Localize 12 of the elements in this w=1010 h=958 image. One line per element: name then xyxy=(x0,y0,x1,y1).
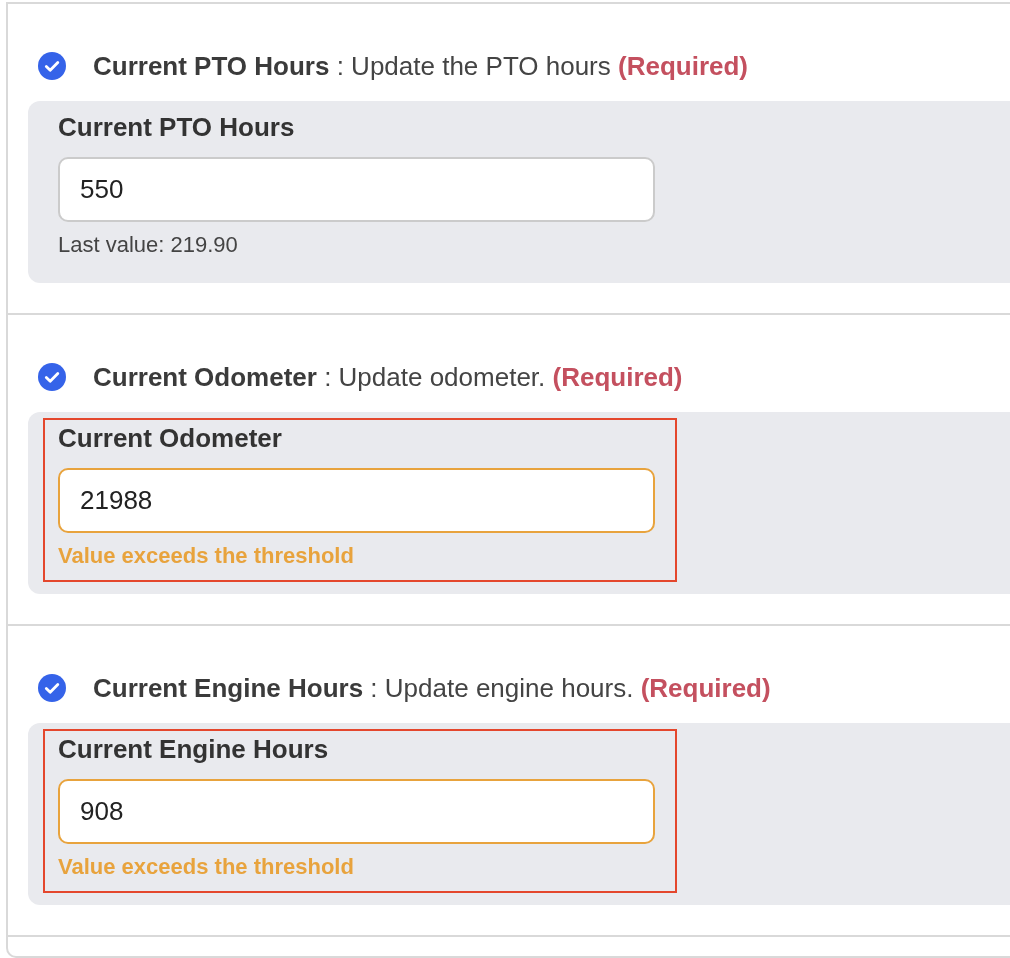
field-label: Current Engine Hours xyxy=(58,735,330,764)
hint-text: Last value: 219.90 xyxy=(58,232,238,258)
warning-text: Value exceeds the threshold xyxy=(58,854,354,880)
field-label: Current Odometer xyxy=(58,424,283,453)
warning-text: Value exceeds the threshold xyxy=(58,543,354,569)
field-label: Current PTO Hours xyxy=(58,113,296,142)
question-heading: Current Engine Hours : Update engine hours. (Required) xyxy=(93,673,771,703)
question-heading: Current PTO Hours : Update the PTO hours (Required) xyxy=(93,51,748,81)
value-input[interactable]: 550 xyxy=(58,157,655,222)
value-input[interactable]: 908 xyxy=(58,779,655,844)
question-heading: Current Odometer : Update odometer. (Required) xyxy=(93,362,683,392)
value-input[interactable]: 21988 xyxy=(58,468,655,533)
